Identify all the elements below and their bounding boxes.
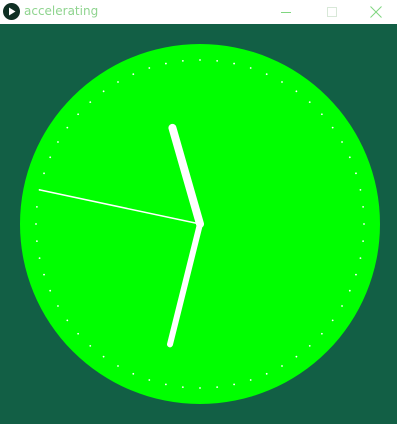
tick-mark xyxy=(355,273,357,276)
tick-mark xyxy=(265,372,268,375)
tick-mark xyxy=(181,386,184,388)
tick-mark xyxy=(36,240,38,243)
tick-mark xyxy=(295,355,298,358)
tick-mark xyxy=(148,379,151,381)
tick-mark xyxy=(341,141,343,143)
tick-mark xyxy=(148,67,151,69)
tick-mark xyxy=(66,126,69,129)
window-title: accelerating xyxy=(24,4,99,18)
tick-mark xyxy=(331,126,334,129)
tick-mark xyxy=(132,73,135,76)
tick-mark xyxy=(49,289,52,292)
maximize-button[interactable] xyxy=(309,0,355,24)
tick-mark xyxy=(77,332,80,335)
tick-mark xyxy=(89,101,92,104)
tick-mark xyxy=(216,60,219,62)
tick-mark xyxy=(362,205,364,208)
close-icon xyxy=(370,6,382,18)
close-button[interactable] xyxy=(355,0,397,24)
app-icon xyxy=(3,3,20,20)
tick-mark xyxy=(117,81,119,83)
tick-mark xyxy=(57,141,59,143)
tick-mark xyxy=(77,113,80,116)
tick-mark xyxy=(355,172,357,175)
title-bar[interactable]: accelerating xyxy=(0,0,397,24)
tick-mark xyxy=(233,383,236,386)
maximize-icon xyxy=(326,6,338,18)
tick-mark xyxy=(102,90,105,93)
tick-mark xyxy=(363,223,365,225)
tick-mark xyxy=(331,319,334,322)
tick-mark xyxy=(66,319,69,322)
tick-mark xyxy=(249,379,252,381)
tick-mark xyxy=(341,305,343,307)
tick-mark xyxy=(43,273,45,276)
tick-mark xyxy=(117,365,119,367)
tick-mark xyxy=(49,156,52,159)
tick-mark xyxy=(249,67,252,69)
tick-mark xyxy=(348,156,351,159)
tick-mark xyxy=(132,372,135,375)
tick-mark xyxy=(165,383,167,386)
tick-mark xyxy=(281,365,283,367)
tick-mark xyxy=(165,62,167,65)
tick-mark xyxy=(36,205,38,208)
app-window: accelerating xyxy=(0,0,397,424)
tick-mark xyxy=(89,344,92,347)
tick-mark xyxy=(359,189,362,191)
minimize-button[interactable] xyxy=(263,0,309,24)
tick-mark xyxy=(281,81,283,83)
tick-mark xyxy=(35,223,37,225)
tick-mark xyxy=(233,62,236,65)
minimize-icon xyxy=(280,6,292,18)
tick-mark xyxy=(308,101,311,104)
tick-mark xyxy=(308,344,311,347)
tick-mark xyxy=(320,332,323,335)
tick-mark xyxy=(362,240,364,243)
tick-mark xyxy=(43,172,45,175)
tick-mark xyxy=(199,387,201,389)
tick-mark xyxy=(359,257,362,259)
tick-mark xyxy=(216,386,219,388)
clock xyxy=(20,44,380,404)
clock-canvas xyxy=(0,24,397,424)
tick-mark xyxy=(102,355,105,358)
tick-mark xyxy=(57,305,59,307)
tick-mark xyxy=(38,257,41,259)
tick-mark xyxy=(320,113,323,116)
tick-mark xyxy=(181,60,184,62)
tick-mark xyxy=(265,73,268,76)
tick-mark xyxy=(199,59,201,61)
tick-mark xyxy=(295,90,298,93)
tick-mark xyxy=(348,289,351,292)
